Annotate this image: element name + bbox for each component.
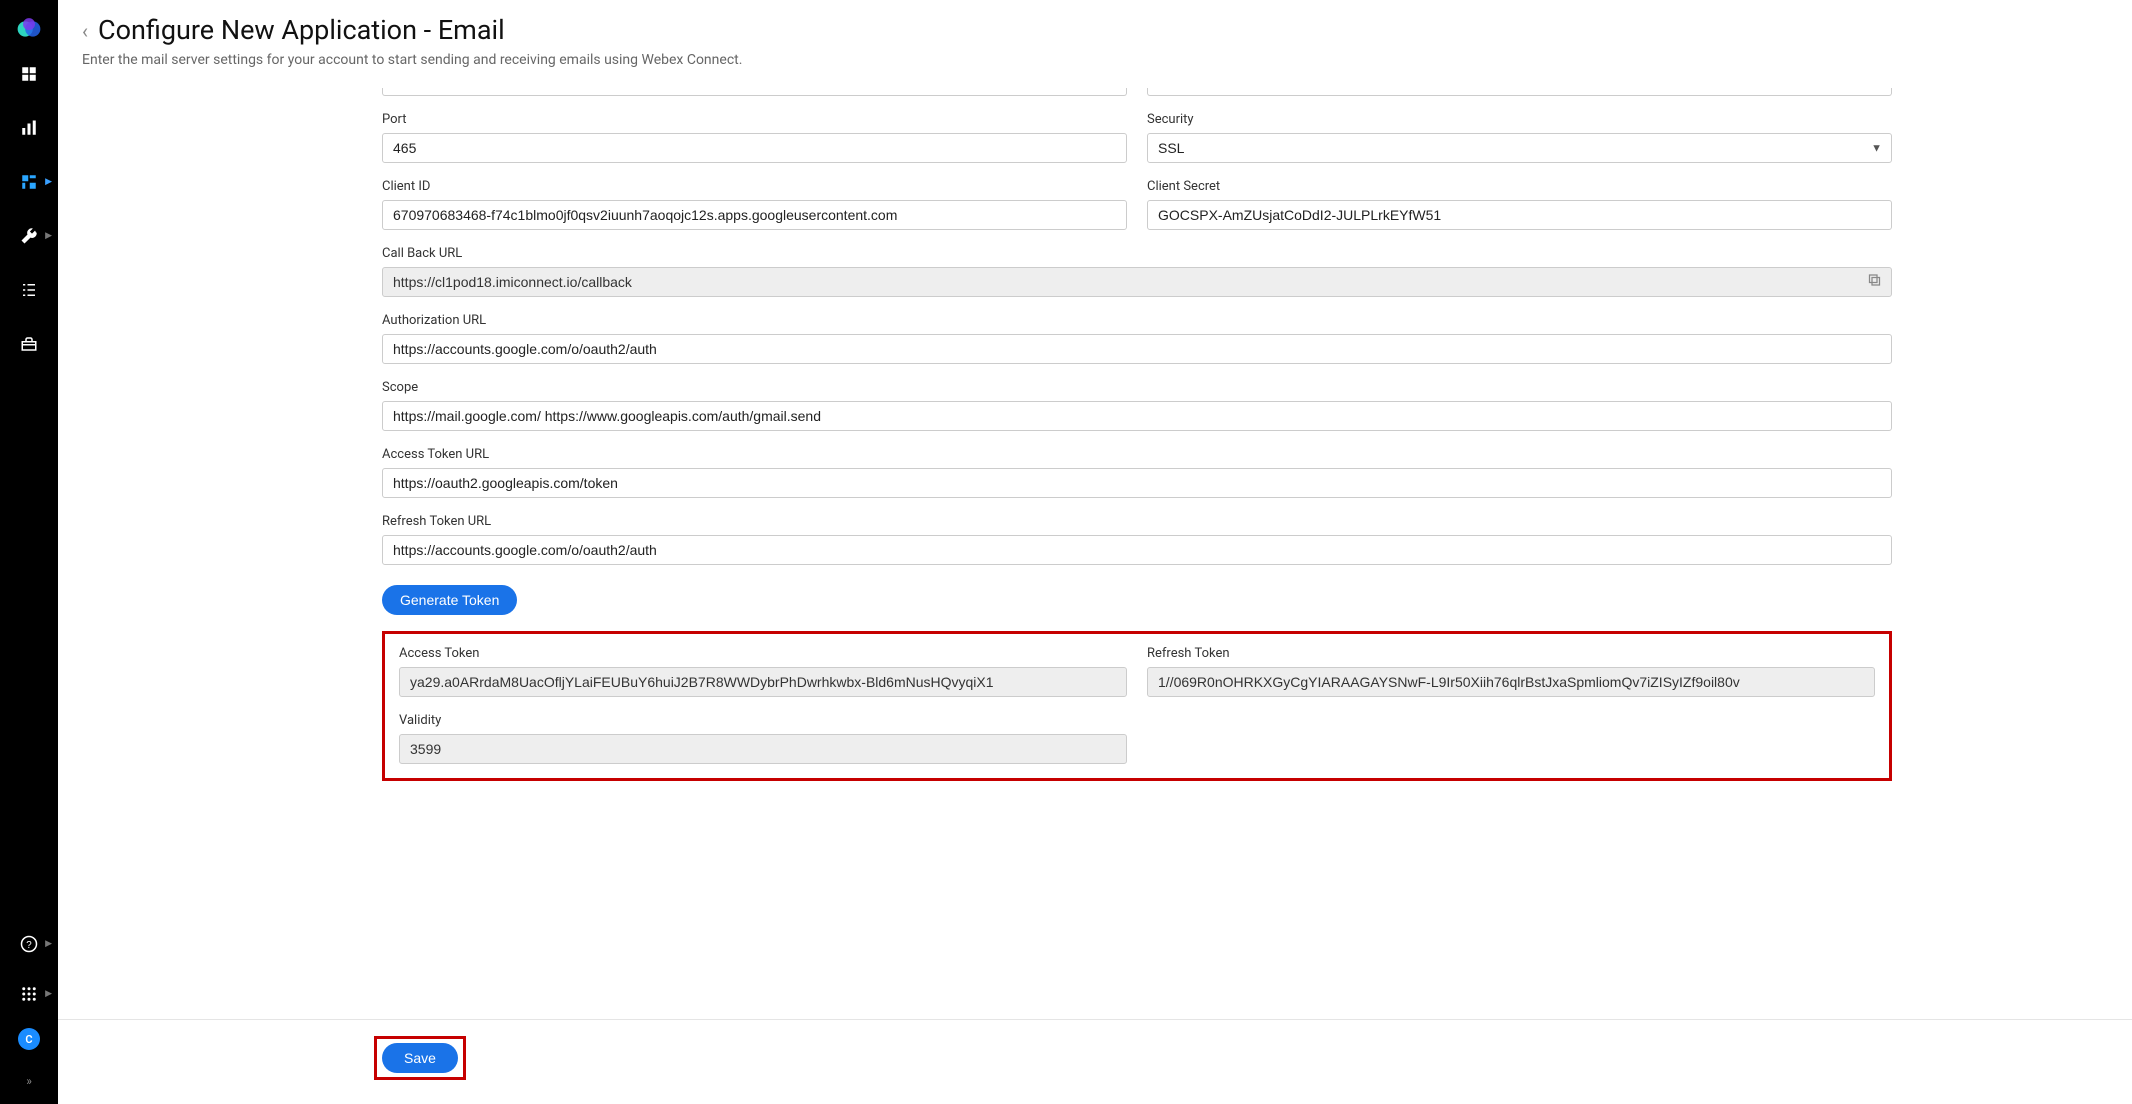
page-header: ‹ Configure New Application - Email Ente… xyxy=(58,0,2132,68)
nav-analytics[interactable] xyxy=(0,112,58,144)
nav-help[interactable]: ? ▶ xyxy=(0,928,58,960)
access-token-url-input[interactable] xyxy=(382,468,1892,498)
list-icon xyxy=(20,281,38,299)
nav-apps[interactable]: ▶ xyxy=(0,166,58,198)
refresh-token-output xyxy=(1147,667,1875,697)
client-id-input[interactable] xyxy=(382,200,1127,230)
save-highlight-box: Save xyxy=(374,1036,466,1080)
copy-icon[interactable] xyxy=(1867,273,1882,292)
auth-url-label: Authorization URL xyxy=(382,313,1892,328)
caret-right-icon: ▶ xyxy=(45,989,52,999)
callback-input xyxy=(382,267,1892,297)
refresh-token-url-label: Refresh Token URL xyxy=(382,514,1892,529)
security-select[interactable] xyxy=(1147,133,1892,163)
nav-apps-grid[interactable]: ▶ xyxy=(0,978,58,1010)
svg-text:?: ? xyxy=(26,940,32,951)
access-token-label: Access Token xyxy=(399,646,1127,661)
footer: Save xyxy=(58,1019,2132,1104)
access-token-output xyxy=(399,667,1127,697)
back-button[interactable]: ‹ xyxy=(82,19,88,41)
client-secret-input[interactable] xyxy=(1147,200,1892,230)
port-label: Port xyxy=(382,112,1127,127)
webex-logo xyxy=(16,16,42,42)
help-icon: ? xyxy=(20,935,38,953)
callback-label: Call Back URL xyxy=(382,246,1892,261)
generate-token-button[interactable]: Generate Token xyxy=(382,585,517,615)
port-input[interactable] xyxy=(382,133,1127,163)
save-button[interactable]: Save xyxy=(382,1043,458,1073)
form: Port Security ▼ Client ID xyxy=(382,88,1892,781)
token-highlight-box: Access Token Refresh Token Validity xyxy=(382,631,1892,781)
security-label: Security xyxy=(1147,112,1892,127)
page-title: Configure New Application - Email xyxy=(98,14,505,46)
form-scroll[interactable]: Port Security ▼ Client ID xyxy=(58,68,2132,1019)
truncated-input-right[interactable] xyxy=(1147,88,1892,96)
sidebar-expand[interactable]: » xyxy=(26,1068,32,1094)
main-area: ‹ Configure New Application - Email Ente… xyxy=(58,0,2132,1104)
validity-output xyxy=(399,734,1127,764)
caret-right-icon: ▶ xyxy=(45,939,52,949)
refresh-token-label: Refresh Token xyxy=(1147,646,1875,661)
nav-dashboard[interactable] xyxy=(0,58,58,90)
access-token-url-label: Access Token URL xyxy=(382,447,1892,462)
validity-label: Validity xyxy=(399,713,1127,728)
client-secret-label: Client Secret xyxy=(1147,179,1892,194)
toolbox-icon xyxy=(20,335,38,353)
scope-input[interactable] xyxy=(382,401,1892,431)
truncated-input-left[interactable] xyxy=(382,88,1127,96)
scope-label: Scope xyxy=(382,380,1892,395)
nav-tools[interactable]: ▶ xyxy=(0,220,58,252)
auth-url-input[interactable] xyxy=(382,334,1892,364)
nav-logs[interactable] xyxy=(0,274,58,306)
nav-store[interactable] xyxy=(0,328,58,360)
chevron-right-icon: » xyxy=(26,1074,32,1088)
apps-icon xyxy=(20,173,38,191)
client-id-label: Client ID xyxy=(382,179,1127,194)
caret-right-icon: ▶ xyxy=(45,177,52,187)
caret-right-icon: ▶ xyxy=(45,231,52,241)
user-avatar[interactable]: C xyxy=(18,1028,40,1050)
grid9-icon xyxy=(20,985,38,1003)
sidebar: ▶ ▶ ? ▶ ▶ C » xyxy=(0,0,58,1104)
page-subtitle: Enter the mail server settings for your … xyxy=(82,52,2132,68)
bar-chart-icon xyxy=(20,119,38,137)
refresh-token-url-input[interactable] xyxy=(382,535,1892,565)
grid-icon xyxy=(20,65,38,83)
wrench-icon xyxy=(20,227,38,245)
